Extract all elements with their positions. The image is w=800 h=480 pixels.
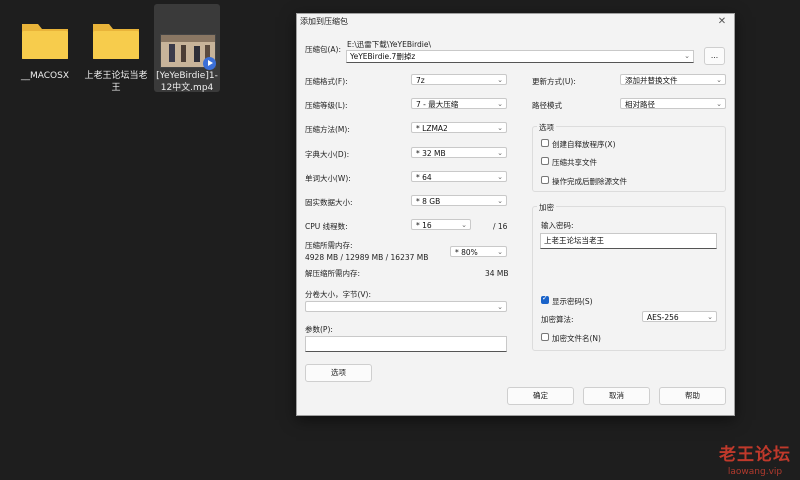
desktop-item-label: 上老王论坛当老王 <box>84 71 148 93</box>
params-label: 参数(P): <box>305 325 333 334</box>
delete-source-checkbox[interactable] <box>541 176 549 184</box>
archive-name-value: YeYEBirdie.7删掉z <box>350 52 416 61</box>
threads-label: CPU 线程数: <box>305 222 348 231</box>
level-select[interactable]: 7 - 最大压缩 ⌄ <box>411 98 507 109</box>
archive-label: 压缩包(A): <box>305 45 342 54</box>
chevron-down-icon: ⌄ <box>497 173 503 181</box>
cancel-button[interactable]: 取消 <box>583 387 650 405</box>
folder-icon <box>93 24 139 59</box>
dict-select[interactable]: * 32 MB ⌄ <box>411 147 507 158</box>
word-value: * 64 <box>416 173 432 182</box>
split-label: 分卷大小，字节(V): <box>305 290 372 299</box>
play-icon <box>203 57 216 70</box>
chevron-down-icon: ⌄ <box>497 149 503 157</box>
watermark-sub: laowang.vip <box>727 467 783 477</box>
help-button[interactable]: 帮助 <box>659 387 726 405</box>
solid-label: 固实数据大小: <box>305 198 353 207</box>
options-group-title: 选项 <box>537 122 556 133</box>
chevron-down-icon: ⌄ <box>497 76 503 84</box>
show-password-checkbox[interactable] <box>541 294 549 304</box>
word-select[interactable]: * 64 ⌄ <box>411 171 507 182</box>
memory-value: 4928 MB / 12989 MB / 16237 MB <box>305 253 429 262</box>
update-select[interactable]: 添加并替换文件 ⌄ <box>620 74 726 85</box>
desktop-item-video[interactable]: [YeYeBirdie]1-12中文.mp4 <box>154 4 220 93</box>
chevron-down-icon: ⌄ <box>716 100 722 108</box>
update-label: 更新方式(U): <box>532 77 576 86</box>
decomp-label: 解压缩所需内存: <box>305 269 361 278</box>
memory-percent-value: * 80% <box>455 248 478 257</box>
show-password-label: 显示密码(S) <box>552 297 593 306</box>
pathmode-label: 路径模式 <box>532 101 562 110</box>
encrypt-group-title: 加密 <box>537 202 556 213</box>
params-input[interactable] <box>305 336 507 352</box>
ok-button[interactable]: 确定 <box>507 387 574 405</box>
threads-total: / 16 <box>493 222 508 231</box>
level-value: 7 - 最大压缩 <box>416 100 459 109</box>
solid-select[interactable]: * 8 GB ⌄ <box>411 195 507 206</box>
method-select[interactable]: * LZMA2 ⌄ <box>411 122 507 133</box>
desktop-item-label: __MACOSX <box>20 71 69 81</box>
method-label: 压缩方法(M): <box>305 125 350 134</box>
chevron-down-icon: ⌄ <box>497 197 503 205</box>
archive-name-field[interactable]: YeYEBirdie.7删掉z ⌄ <box>346 50 694 63</box>
dialog-title: 添加到压缩包 <box>300 17 348 26</box>
level-label: 压缩等级(L): <box>305 101 348 110</box>
shared-label: 压缩共享文件 <box>552 158 597 167</box>
update-value: 添加并替换文件 <box>625 76 678 85</box>
chevron-down-icon[interactable]: ⌄ <box>684 51 690 62</box>
memory-label: 压缩所需内存: <box>305 241 353 250</box>
sfx-label: 创建自释放程序(X) <box>552 140 616 149</box>
add-to-archive-dialog: 添加到压缩包 ✕ 压缩包(A): E:\迅雷下载\YeYEBirdie\ YeY… <box>296 13 735 416</box>
sfx-checkbox[interactable] <box>541 139 549 147</box>
algo-value: AES-256 <box>647 313 679 322</box>
dict-value: * 32 MB <box>416 149 446 158</box>
password-input[interactable]: 上老王论坛当老王 <box>540 233 717 249</box>
encrypt-names-checkbox[interactable] <box>541 333 549 341</box>
solid-value: * 8 GB <box>416 197 441 206</box>
algo-select[interactable]: AES-256 ⌄ <box>642 311 717 322</box>
method-value: * LZMA2 <box>416 124 448 133</box>
archive-path: E:\迅雷下载\YeYEBirdie\ <box>347 40 432 49</box>
pathmode-select[interactable]: 相对路径 ⌄ <box>620 98 726 109</box>
pathmode-value: 相对路径 <box>625 100 655 109</box>
chevron-down-icon: ⌄ <box>497 248 503 256</box>
close-icon[interactable]: ✕ <box>716 16 728 28</box>
folder-icon <box>22 24 68 59</box>
chevron-down-icon: ⌄ <box>497 303 503 311</box>
desktop-item-folder[interactable]: 上老王论坛当老王 <box>83 4 149 93</box>
format-value: 7z <box>416 76 425 85</box>
algo-label: 加密算法: <box>541 315 574 324</box>
chevron-down-icon: ⌄ <box>497 124 503 132</box>
split-select[interactable]: ⌄ <box>305 301 507 312</box>
browse-button[interactable]: ... <box>704 47 725 65</box>
password-label: 输入密码: <box>541 221 574 230</box>
memory-percent-select[interactable]: * 80% ⌄ <box>450 246 507 257</box>
format-label: 压缩格式(F): <box>305 77 348 86</box>
encrypt-names-label: 加密文件名(N) <box>552 334 601 343</box>
dict-label: 字典大小(D): <box>305 150 350 159</box>
word-label: 单词大小(W): <box>305 174 351 183</box>
decomp-value: 34 MB <box>485 269 509 278</box>
options-button[interactable]: 选项 <box>305 364 372 382</box>
desktop-item-macosx[interactable]: __MACOSX <box>12 4 78 92</box>
chevron-down-icon: ⌄ <box>707 313 713 321</box>
site-watermark: 老王论坛 laowang.vip <box>713 440 797 477</box>
delete-source-label: 操作完成后删除源文件 <box>552 177 627 186</box>
titlebar[interactable]: 添加到压缩包 ✕ <box>297 14 734 30</box>
threads-value: * 16 <box>416 221 432 230</box>
shared-checkbox[interactable] <box>541 157 549 165</box>
watermark-main: 老王论坛 <box>719 445 791 465</box>
chevron-down-icon: ⌄ <box>716 76 722 84</box>
threads-select[interactable]: * 16 ⌄ <box>411 219 471 230</box>
chevron-down-icon: ⌄ <box>461 221 467 229</box>
chevron-down-icon: ⌄ <box>497 100 503 108</box>
password-value: 上老王论坛当老王 <box>544 236 604 245</box>
format-select[interactable]: 7z ⌄ <box>411 74 507 85</box>
desktop-item-label: [YeYeBirdie]1-12中文.mp4 <box>156 71 218 93</box>
